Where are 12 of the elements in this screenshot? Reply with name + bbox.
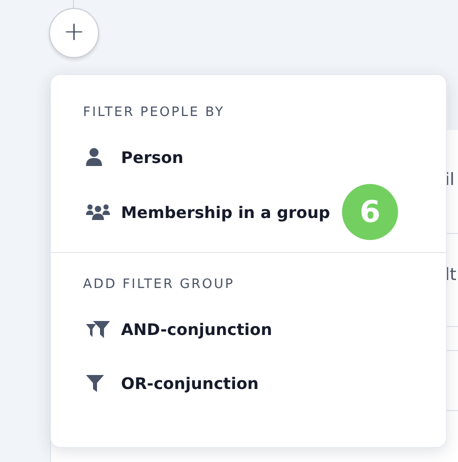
menu-item[interactable]: OR-conjunction: [121, 374, 259, 392]
filter-icon: [86, 374, 104, 392]
section-heading: FILTER PEOPLE BY: [83, 105, 226, 120]
step-badge: 6: [342, 184, 398, 240]
menu-item[interactable]: Membership in a group: [121, 202, 330, 222]
people-icon: [86, 204, 110, 220]
filters-icon: [86, 320, 110, 338]
menu-item[interactable]: AND-conjunction: [121, 320, 272, 338]
add-button[interactable]: +: [49, 8, 99, 58]
person-icon: [86, 148, 102, 166]
section-heading: ADD FILTER GROUP: [83, 277, 236, 292]
menu-item[interactable]: Person: [121, 148, 184, 166]
